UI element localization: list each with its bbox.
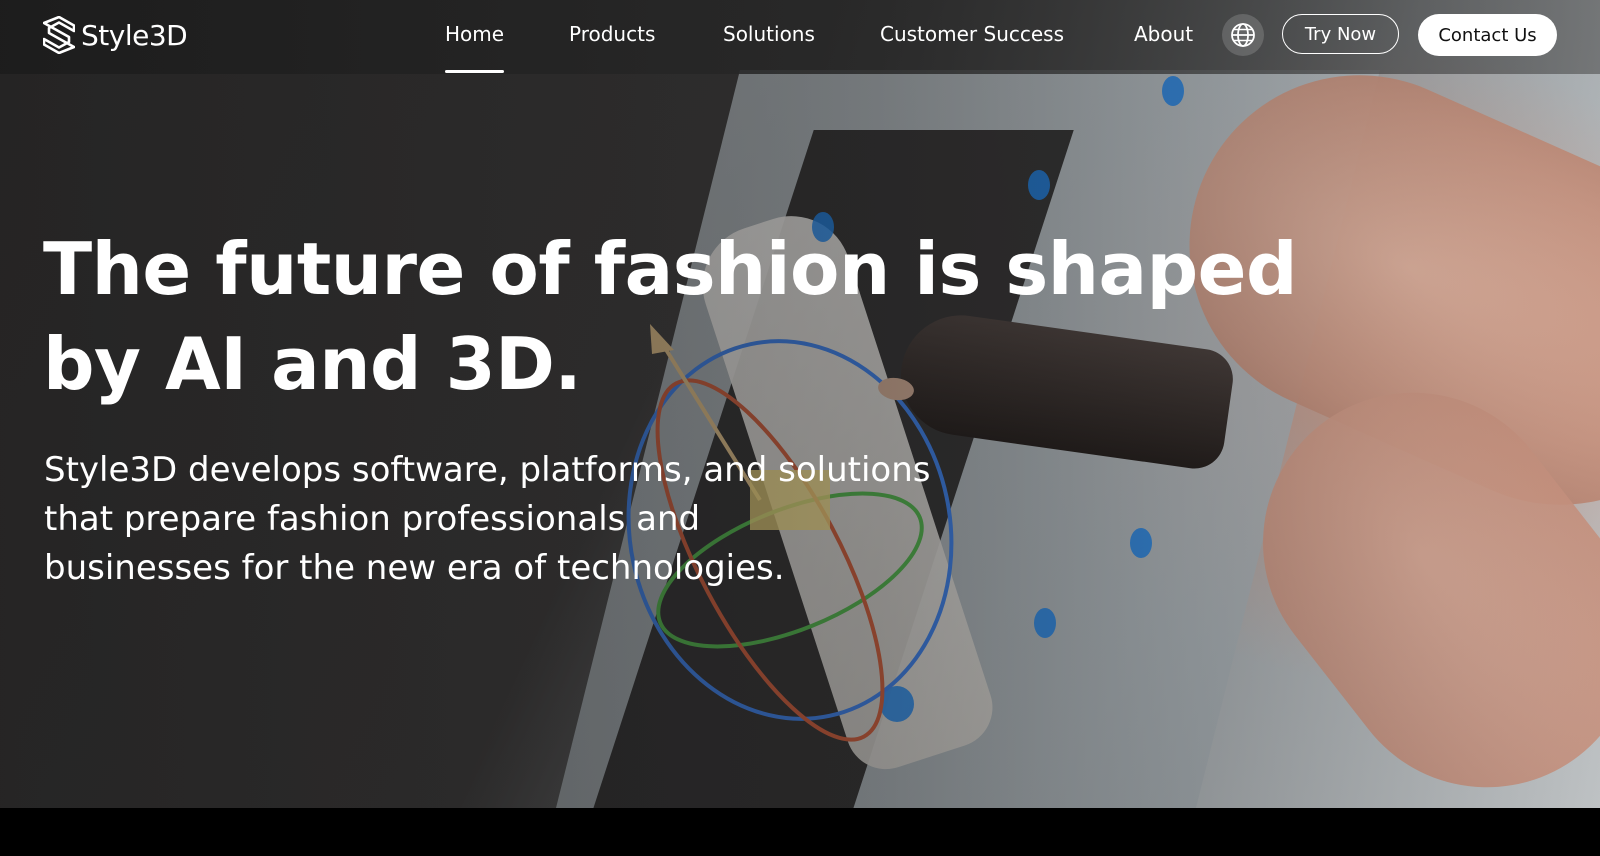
hero-description: Style3D develops software, platforms, an… [44, 446, 1044, 593]
contact-us-button[interactable]: Contact Us [1418, 14, 1557, 56]
hero-headline: The future of fashion is shaped by AI an… [43, 222, 1363, 412]
nav-item-about[interactable]: About [1134, 22, 1193, 46]
hero-description-line: businesses for the new era of technologi… [44, 548, 785, 588]
brand-name: Style3D [81, 18, 188, 52]
globe-icon [1231, 23, 1255, 47]
hero-headline-line: The future of fashion is shaped [43, 227, 1298, 311]
nav-item-solutions[interactable]: Solutions [723, 22, 815, 46]
top-navigation-bar: Style3D Home Products Solutions Customer… [0, 0, 1600, 74]
page-bottom-band [0, 808, 1600, 856]
hero-description-line: that prepare fashion professionals and [44, 499, 701, 539]
hero-description-line: Style3D develops software, platforms, an… [44, 450, 931, 490]
style3d-logo[interactable]: Style3D [43, 15, 188, 55]
nav-item-home[interactable]: Home [445, 22, 505, 73]
nav-item-customer-success[interactable]: Customer Success [880, 22, 1064, 46]
language-selector-button[interactable] [1222, 14, 1264, 56]
style3d-s-logo-icon [43, 16, 75, 54]
try-now-button[interactable]: Try Now [1282, 14, 1399, 54]
nav-item-products[interactable]: Products [569, 22, 655, 46]
hero-headline-line: by AI and 3D. [43, 322, 582, 406]
